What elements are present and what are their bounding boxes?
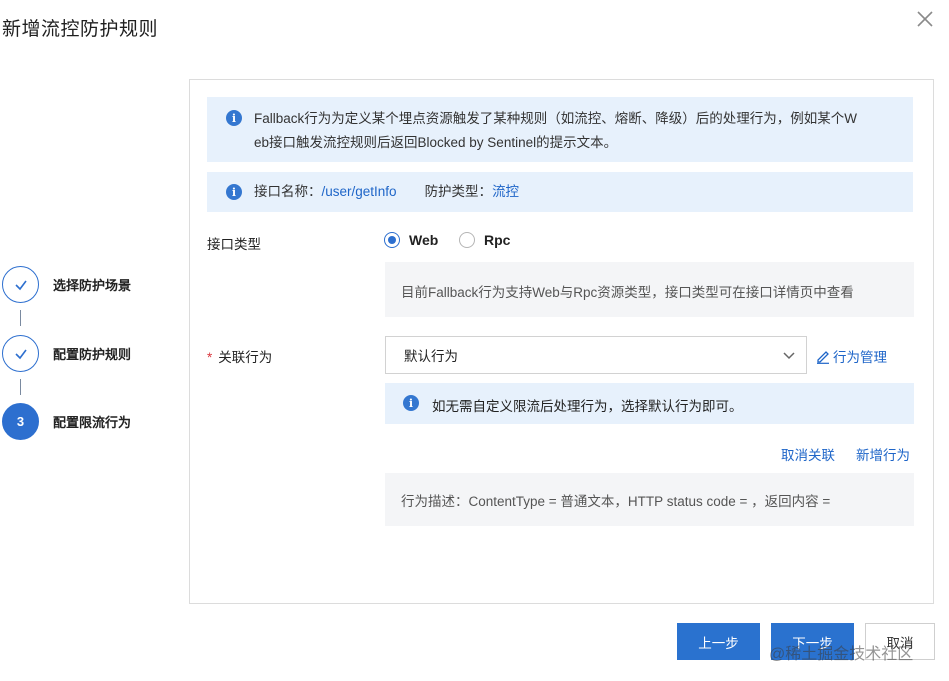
step-config-rule: 配置防护规则 — [2, 335, 131, 372]
behavior-description: 行为描述：ContentType = 普通文本，HTTP status code… — [385, 473, 914, 526]
info-icon: i — [226, 184, 242, 200]
chevron-down-icon — [783, 352, 795, 360]
radio-web[interactable]: Web — [384, 232, 438, 248]
dialog-title: 新增流控防护规则 — [2, 19, 159, 40]
info-icon: i — [403, 395, 419, 411]
protect-type-value: 流控 — [492, 184, 520, 199]
behavior-notice: i 如无需自定义限流后处理行为，选择默认行为即可。 — [385, 383, 914, 424]
watermark: @稀土掘金技术社区 — [769, 646, 914, 663]
info-icon: i — [226, 110, 242, 126]
radio-rpc-label: Rpc — [484, 232, 511, 248]
step-connector — [20, 310, 21, 326]
behavior-manage-link[interactable]: 行为管理 — [815, 346, 887, 366]
protect-type-label: 防护类型： — [424, 184, 493, 199]
interface-type-hint: 目前Fallback行为支持Web与Rpc资源类型，接口类型可在接口详情页中查看 — [385, 262, 914, 317]
step-active-circle: 3 — [2, 403, 39, 440]
required-mark: * — [207, 350, 213, 365]
radio-unselected-indicator — [459, 232, 475, 248]
interface-name-label: 接口名称： — [254, 184, 322, 199]
behavior-select[interactable]: 默认行为 — [385, 336, 807, 374]
behavior-label: * 关联行为 — [207, 350, 273, 365]
step-done-circle — [2, 335, 39, 372]
unlink-link[interactable]: 取消关联 — [781, 444, 835, 464]
behavior-select-value: 默认行为 — [404, 349, 458, 364]
behavior-notice-text: 如无需自定义限流后处理行为，选择默认行为即可。 — [432, 399, 743, 414]
interface-type-label: 接口类型 — [207, 237, 261, 252]
check-icon — [14, 349, 27, 359]
new-behavior-link[interactable]: 新增行为 — [856, 444, 910, 464]
step-select-scene: 选择防护场景 — [2, 266, 131, 303]
step-label: 配置限流行为 — [53, 415, 132, 430]
fallback-notice: i Fallback行为为定义某个埋点资源触发了某种规则（如流控、熔断、降级）后… — [207, 97, 913, 162]
close-icon — [917, 11, 933, 27]
radio-rpc[interactable]: Rpc — [459, 232, 510, 248]
radio-selected-indicator — [384, 232, 400, 248]
radio-web-label: Web — [409, 232, 439, 248]
step-connector — [20, 379, 21, 395]
interface-info-notice: i 接口名称：/user/getInfo 防护类型：流控 — [207, 172, 913, 212]
step-config-limit-behavior: 3 配置限流行为 — [2, 403, 131, 440]
step-label: 配置防护规则 — [53, 347, 132, 362]
interface-name-value: /user/getInfo — [321, 184, 397, 199]
close-button[interactable] — [912, 6, 938, 32]
step-done-circle — [2, 266, 39, 303]
fallback-notice-text: Fallback行为为定义某个埋点资源触发了某种规则（如流控、熔断、降级）后的处… — [254, 111, 858, 150]
step-label: 选择防护场景 — [53, 278, 132, 293]
edit-icon — [817, 351, 829, 364]
prev-step-button[interactable]: 上一步 — [677, 623, 760, 660]
check-icon — [14, 280, 27, 290]
